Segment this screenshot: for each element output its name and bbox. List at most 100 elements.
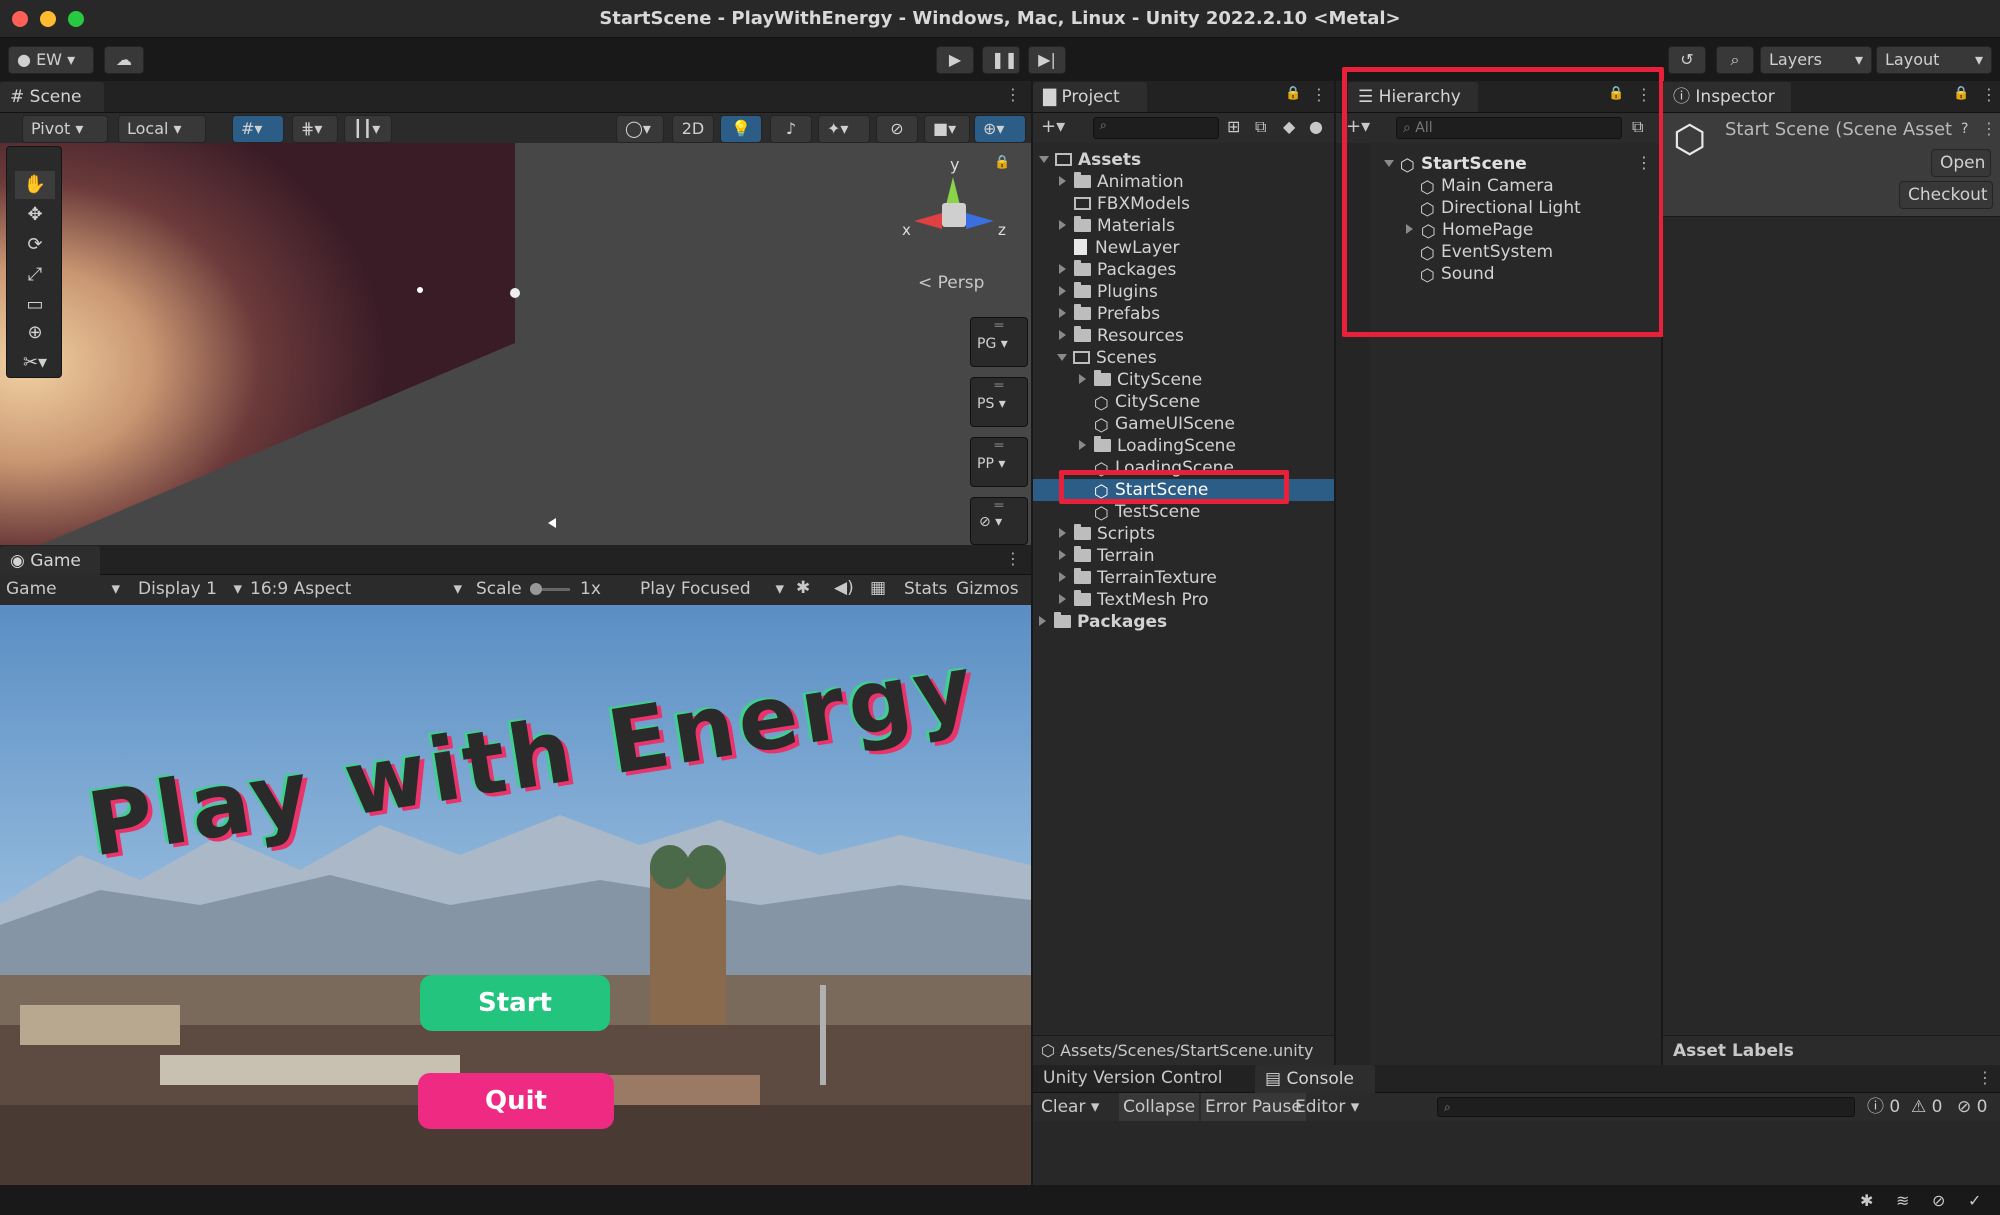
list-item[interactable]: Packages [1059,259,1176,281]
step-button[interactable]: ▶| [1028,46,1066,74]
audio-toggle[interactable]: ♪ [770,115,812,143]
error-pause-button[interactable]: Error Pause [1201,1093,1306,1121]
list-item[interactable]: Scenes [1057,347,1157,369]
local-dropdown[interactable]: Local ▾ [118,115,206,143]
error-toggle[interactable]: ⊘ 0 [1957,1093,1987,1121]
packages-root[interactable]: Packages [1039,611,1167,633]
rotate-tool-icon[interactable]: ⟳ [15,231,55,259]
display-dropdown[interactable]: Display 1 ▾ [138,579,242,599]
auto-generate-lighting-icon[interactable]: ⊘ [1932,1191,1945,1210]
search-by-label-icon[interactable]: ⧉ [1255,117,1266,137]
stats-button[interactable]: Stats [904,579,947,599]
lock-icon[interactable]: 🔒 [994,155,1010,170]
info-toggle[interactable]: ⓘ 0 [1867,1093,1900,1121]
list-item[interactable]: FBXModels [1074,193,1190,215]
overlay-pp[interactable]: ═ PP ▾ [970,437,1028,487]
transform-tool-icon[interactable]: ⊕ [15,319,55,347]
list-item[interactable]: Scripts [1059,523,1155,545]
list-item[interactable]: TerrainTexture [1059,567,1217,589]
lock-icon[interactable]: 🔒 [1285,86,1301,101]
history-button[interactable]: ↺ [1668,46,1706,74]
tab-game[interactable]: ◉ Game [0,546,100,576]
hand-tool-icon[interactable]: ✋ [15,171,55,199]
list-item[interactable]: Prefabs [1059,303,1160,325]
list-item[interactable]: Animation [1059,171,1184,193]
list-item[interactable]: NewLayer [1074,237,1179,259]
shading-dropdown[interactable]: ◯▾ [616,115,664,143]
tab-unity-version-control[interactable]: Unity Version Control [1043,1068,1222,1088]
checkout-button[interactable]: Checkout [1899,181,1993,209]
list-item[interactable]: ⬡ CityScene [1094,391,1200,414]
project-menu-icon[interactable]: ⋮ [1311,85,1327,104]
list-item[interactable]: Terrain [1059,545,1155,567]
lock-icon[interactable]: 🔒 [1953,86,1969,101]
activity-check-icon[interactable]: ✓ [1968,1191,1981,1210]
aspect-dropdown[interactable]: 16:9 Aspect ▾ [250,579,462,599]
inspector-menu-icon[interactable]: ⋮ [1981,85,1997,104]
bug-icon[interactable]: ✱ [796,578,810,598]
console-search-input[interactable]: ⌕ [1437,1097,1855,1117]
rect-tool-icon[interactable]: ▭ [15,291,55,319]
orientation-gizmo[interactable]: y x z 🔒 [894,155,1014,265]
scale-tool-icon[interactable]: ⤢ [15,261,55,289]
2d-toggle[interactable]: 2D [672,115,714,143]
label-tag-icon[interactable]: ◆ [1283,117,1295,136]
warning-toggle[interactable]: ⚠ 0 [1911,1093,1942,1121]
scene-view[interactable]: ✋ ✥ ⟳ ⤢ ▭ ⊕ ✂▾ y x z 🔒 < Persp ═ PG ▾ ═ PS… [0,143,1031,545]
overlay-ps[interactable]: ═ PS ▾ [970,377,1028,427]
ruler-button[interactable]: ┃┃▾ [344,115,392,143]
gizmos-button[interactable]: Gizmos [956,579,1019,599]
hidden-packages-icon[interactable]: ● [1309,117,1323,136]
gizmos-dropdown[interactable]: ⊕▾ [974,115,1026,143]
assets-root[interactable]: Assets [1039,149,1141,171]
list-item[interactable]: TextMesh Pro [1059,589,1209,611]
search-button[interactable]: ⌕ [1716,46,1754,74]
increment-snap-button[interactable]: ⋕▾ [292,115,338,143]
persp-label[interactable]: < Persp [918,273,984,293]
scene-menu-icon[interactable]: ⋮ [1005,85,1021,104]
pivot-dropdown[interactable]: Pivot ▾ [22,115,108,143]
lighting-toggle[interactable]: 💡 [720,115,762,143]
keyboard-icon[interactable]: ▦ [870,578,886,598]
list-item[interactable]: ⬡ GameUIScene [1094,413,1235,436]
list-item[interactable]: ⬡ TestScene [1094,501,1200,524]
camera-dropdown[interactable]: ■▾ [924,115,970,143]
game-menu-icon[interactable]: ⋮ [1005,549,1021,568]
speaker-icon[interactable]: ◀) [834,578,854,598]
visibility-toggle[interactable]: ⊘ [876,115,918,143]
asset-labels[interactable]: Asset Labels [1663,1035,2000,1065]
list-item[interactable]: Plugins [1059,281,1158,303]
custom-tool-icon[interactable]: ✂▾ [11,349,59,377]
inspector-settings-icon[interactable]: ⋮ [1981,119,1997,138]
project-search-input[interactable]: ⌕ [1093,117,1219,139]
tab-console[interactable]: ▤ Console [1255,1065,1375,1093]
open-button[interactable]: Open [1931,149,1991,177]
list-item[interactable]: LoadingScene [1079,435,1236,457]
help-icon[interactable]: ? [1961,121,1968,137]
list-item[interactable]: CityScene [1079,369,1202,391]
move-tool-icon[interactable]: ✥ [15,201,55,229]
editor-dropdown[interactable]: Editor ▾ [1295,1093,1359,1121]
tab-project[interactable]: ▇ Project [1033,82,1147,112]
console-menu-icon[interactable]: ⋮ [1977,1068,1993,1087]
effects-dropdown[interactable]: ✦▾ [818,115,870,143]
cloud-button[interactable]: ☁ [104,46,144,74]
tab-scene[interactable]: # Scene [0,82,104,112]
overlay-pg[interactable]: ═ PG ▾ [970,317,1028,367]
game-mode-dropdown[interactable]: Game ▾ [6,579,120,599]
tab-inspector[interactable]: ⓘ Inspector [1663,82,1791,112]
account-button[interactable]: ● EW ▾ [8,46,94,74]
layers-dropdown[interactable]: Layers ▾ [1760,46,1872,74]
search-by-type-icon[interactable]: ⊞ [1227,117,1240,136]
layout-dropdown[interactable]: Layout ▾ [1876,46,1992,74]
overlay-nav[interactable]: ═ ⊘ ▾ [970,497,1028,545]
start-button[interactable]: Start [420,975,610,1031]
play-focused-dropdown[interactable]: Play Focused ▾ [640,579,784,599]
quit-button[interactable]: Quit [418,1073,614,1129]
cache-server-icon[interactable]: ≋ [1896,1191,1909,1210]
debug-mode-icon[interactable]: ✱ [1860,1191,1873,1210]
list-item[interactable]: Materials [1059,215,1175,237]
list-item[interactable]: Resources [1059,325,1184,347]
create-add-button[interactable]: +▾ [1041,116,1065,137]
play-button[interactable]: ▶ [936,46,974,74]
